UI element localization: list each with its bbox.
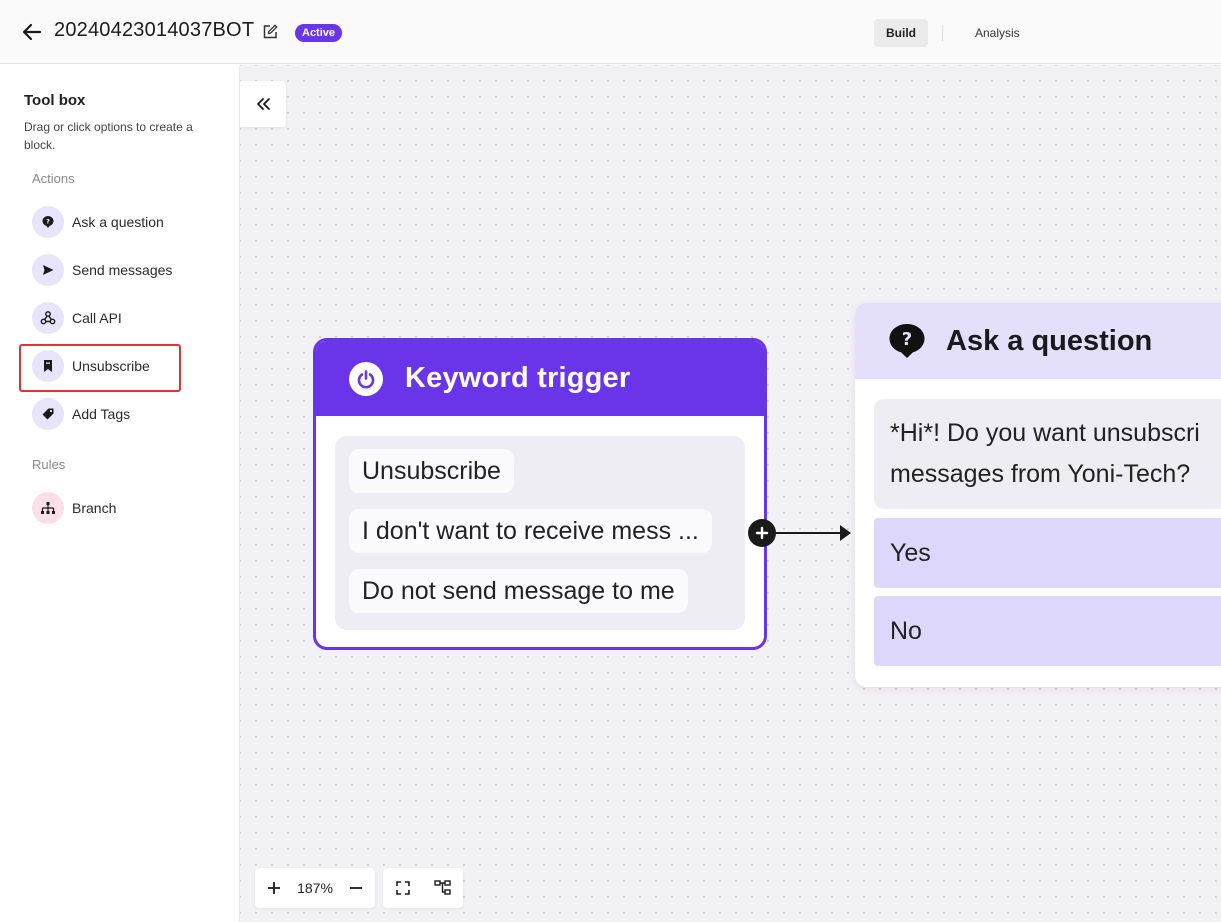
tab-divider <box>942 25 943 41</box>
keyword-chip: Do not send message to me <box>349 569 688 613</box>
toolbox-item-send-messages[interactable]: Send messages <box>32 254 172 286</box>
minus-icon <box>350 887 362 889</box>
status-badge: Active <box>295 24 343 42</box>
toolbox-item-call-api[interactable]: Call API <box>32 302 122 334</box>
webhook-icon <box>32 302 64 334</box>
plus-icon <box>268 882 280 894</box>
zoom-in-button[interactable] <box>255 868 293 908</box>
double-chevron-left-icon <box>257 98 270 110</box>
toolbox-item-label: Send messages <box>72 262 173 278</box>
keyword-trigger-node[interactable]: Keyword trigger Unsubscribe I don't want… <box>313 338 767 650</box>
toolbox-item-add-tags[interactable]: Add Tags <box>32 398 130 430</box>
send-icon <box>32 254 64 286</box>
answer-option-no[interactable]: No <box>874 596 1221 666</box>
top-bar: 20240423014037BOT Active Build Analysis <box>0 0 1221 64</box>
toolbox-item-branch[interactable]: Branch <box>32 492 116 524</box>
tag-icon <box>32 398 64 430</box>
zoom-controls: 187% <box>255 868 375 908</box>
answer-option-yes[interactable]: Yes <box>874 518 1221 588</box>
tab-build[interactable]: Build <box>874 19 928 47</box>
collapse-sidebar-button[interactable] <box>240 81 286 127</box>
toolbox-item-label: Branch <box>72 500 117 516</box>
auto-layout-button[interactable] <box>427 872 459 904</box>
power-icon <box>349 361 383 396</box>
back-arrow-icon[interactable] <box>20 20 44 44</box>
trigger-node-header: Keyword trigger <box>316 341 764 416</box>
toolbox-item-label: Ask a question <box>72 214 164 230</box>
zoom-level: 187% <box>297 880 333 896</box>
svg-text:?: ? <box>46 218 50 226</box>
add-step-button[interactable] <box>748 519 776 547</box>
branch-icon <box>32 492 64 524</box>
question-node-title: Ask a question <box>946 324 1153 357</box>
bot-name-title: 20240423014037BOT <box>54 19 255 41</box>
ask-question-node[interactable]: ? Ask a question *Hi*! Do you want unsub… <box>855 303 1221 687</box>
toolbox-sidebar: Tool box Drag or click options to create… <box>0 65 240 922</box>
keyword-chip: Unsubscribe <box>349 449 514 493</box>
connector-line <box>775 532 843 534</box>
toolbox-description: Drag or click options to create a block. <box>24 120 193 152</box>
question-bubble-icon: ? <box>889 324 925 358</box>
question-node-header: ? Ask a question <box>855 303 1221 379</box>
edit-icon[interactable] <box>262 24 278 40</box>
toolbox-item-label: Add Tags <box>72 406 131 422</box>
trigger-node-title: Keyword trigger <box>405 362 631 394</box>
connector-arrowhead <box>840 525 851 541</box>
keyword-list: Unsubscribe I don't want to receive mess… <box>335 436 745 630</box>
toolbox-title: Tool box <box>24 92 86 109</box>
fullscreen-icon <box>396 881 410 895</box>
bookmark-icon <box>32 350 64 382</box>
question-message: *Hi*! Do you want unsubscri messages fro… <box>874 399 1221 509</box>
toolbox-item-ask-question[interactable]: ? Ask a question <box>32 206 164 238</box>
fit-view-button[interactable] <box>387 872 419 904</box>
zoom-out-button[interactable] <box>337 868 375 908</box>
toolbox-item-label: Unsubscribe <box>72 358 150 374</box>
svg-text:?: ? <box>902 329 912 350</box>
keyword-chip: I don't want to receive mess ... <box>349 509 712 553</box>
question-line: *Hi*! Do you want unsubscri <box>890 419 1200 447</box>
flow-canvas[interactable]: Keyword trigger Unsubscribe I don't want… <box>240 65 1221 922</box>
tab-analysis[interactable]: Analysis <box>963 19 1032 47</box>
question-line: messages from Yoni-Tech? <box>890 460 1191 488</box>
section-rules-title: Rules <box>32 457 66 472</box>
view-controls <box>383 868 463 908</box>
question-bubble-icon: ? <box>32 206 64 238</box>
toolbox-item-label: Call API <box>72 310 122 326</box>
layout-tree-icon <box>434 880 451 895</box>
section-actions-title: Actions <box>32 171 75 186</box>
plus-icon <box>755 526 769 540</box>
toolbox-item-unsubscribe[interactable]: Unsubscribe <box>32 350 150 382</box>
